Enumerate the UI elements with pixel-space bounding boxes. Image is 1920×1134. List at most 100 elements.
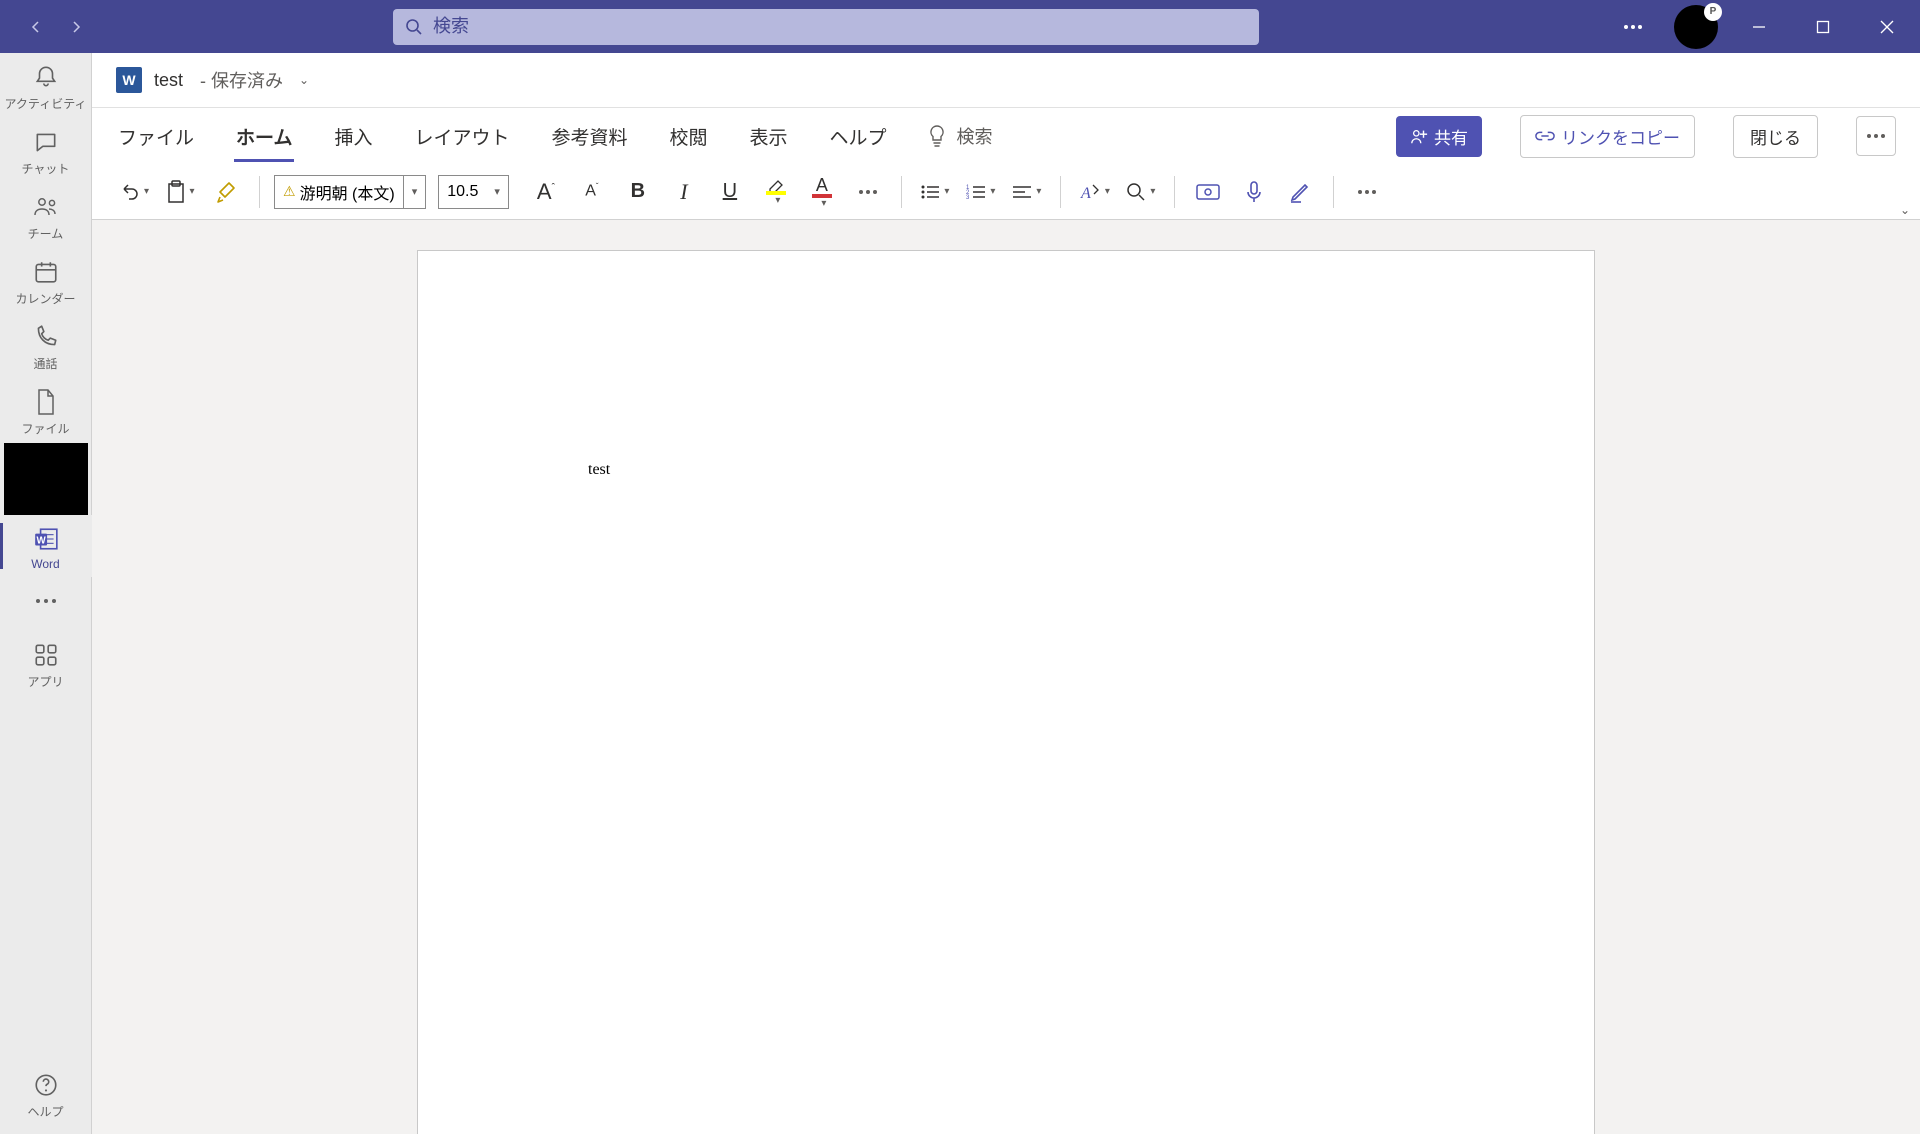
rail-app-tile[interactable]: [4, 443, 88, 515]
font-name-value: 游明朝 (本文): [300, 180, 395, 204]
chevron-down-icon[interactable]: ⌄: [299, 73, 309, 87]
doc-title[interactable]: test: [154, 70, 183, 91]
ellipsis-icon: [1867, 134, 1885, 138]
bell-icon: [33, 64, 59, 90]
rail-teams[interactable]: チーム: [0, 183, 92, 248]
document-body[interactable]: test: [588, 461, 1424, 479]
grow-font-button[interactable]: Aˆ: [527, 173, 565, 211]
rail-help[interactable]: ヘルプ: [0, 1061, 92, 1126]
ribbon-more-button[interactable]: [1856, 116, 1896, 156]
rail-label: アクティビティ: [5, 95, 87, 112]
copy-link-label: リンクをコピー: [1561, 124, 1680, 149]
bullets-button[interactable]: [916, 173, 954, 211]
chevron-down-icon[interactable]: ▾: [486, 185, 508, 198]
rail-label: アプリ: [27, 673, 63, 690]
back-button[interactable]: [20, 11, 52, 43]
bold-button[interactable]: B: [619, 173, 657, 211]
paintbrush-icon: [215, 180, 237, 204]
dictate-button[interactable]: [1235, 173, 1273, 211]
maximize-button[interactable]: [1800, 4, 1846, 50]
call-icon: [33, 324, 59, 350]
highlight-swatch: [766, 191, 786, 195]
calendar-icon: [33, 259, 59, 285]
tab-file[interactable]: ファイル: [116, 117, 196, 156]
share-button[interactable]: 共有: [1396, 116, 1482, 157]
font-color-swatch: [812, 194, 832, 198]
rail-calendar[interactable]: カレンダー: [0, 248, 92, 313]
close-doc-button[interactable]: 閉じる: [1733, 115, 1818, 158]
rail-more[interactable]: [0, 577, 92, 631]
lightbulb-icon: [927, 124, 947, 148]
font-color-button[interactable]: A: [803, 173, 841, 211]
titlebar-right: P: [1610, 4, 1910, 50]
file-icon: [34, 388, 58, 416]
font-size-selector[interactable]: 10.5 ▾: [438, 175, 509, 209]
undo-icon: [118, 181, 140, 203]
paste-button[interactable]: [161, 173, 199, 211]
app-rail: アクティビティ チャット チーム カレンダー 通話 ファイル W Word アプ…: [0, 53, 92, 1134]
align-icon: [1012, 184, 1032, 200]
global-search[interactable]: [393, 9, 1259, 45]
styles-button[interactable]: A: [1075, 173, 1114, 211]
chat-icon: [33, 129, 59, 155]
tab-insert[interactable]: 挿入: [332, 117, 374, 156]
toolbar-more-button[interactable]: [1348, 173, 1386, 211]
rail-chat[interactable]: チャット: [0, 118, 92, 183]
microphone-icon: [1245, 180, 1263, 204]
numbering-button[interactable]: 123: [962, 173, 1000, 211]
rail-label: チーム: [28, 225, 64, 242]
doc-status: - 保存済み: [195, 67, 283, 93]
underline-button[interactable]: U: [711, 173, 749, 211]
chevron-left-icon: [28, 19, 44, 35]
editor-button[interactable]: [1281, 173, 1319, 211]
font-more-button[interactable]: [849, 173, 887, 211]
help-icon: [33, 1072, 59, 1098]
rail-label: カレンダー: [15, 290, 75, 307]
rail-word[interactable]: W Word: [0, 515, 92, 577]
warning-icon: ⚠: [283, 183, 296, 200]
italic-button[interactable]: I: [665, 173, 703, 211]
tab-review[interactable]: 校閲: [668, 117, 710, 156]
presence-badge: P: [1704, 3, 1722, 21]
clipboard-icon: [166, 180, 186, 204]
doc-status-text: 保存済み: [211, 71, 283, 91]
shrink-font-button[interactable]: Aˇ: [573, 173, 611, 211]
format-painter-button[interactable]: [207, 173, 245, 211]
rail-calls[interactable]: 通話: [0, 313, 92, 378]
rail-apps[interactable]: アプリ: [0, 631, 92, 696]
pen-icon: [1289, 181, 1311, 203]
font-selector[interactable]: ⚠游明朝 (本文) ▾: [274, 175, 426, 209]
tab-layout[interactable]: レイアウト: [412, 117, 511, 156]
collapse-ribbon-button[interactable]: ⌄: [1900, 203, 1910, 217]
svg-text:A: A: [1080, 185, 1091, 202]
more-button[interactable]: [1610, 4, 1656, 50]
forward-button[interactable]: [60, 11, 92, 43]
minimize-button[interactable]: [1736, 4, 1782, 50]
font-size-value: 10.5: [439, 183, 486, 201]
avatar[interactable]: P: [1674, 5, 1718, 49]
tab-help[interactable]: ヘルプ: [828, 117, 889, 156]
apps-icon: [33, 642, 59, 668]
reader-icon: [1196, 182, 1220, 202]
separator: [1174, 176, 1175, 208]
tab-references[interactable]: 参考資料: [549, 117, 629, 156]
immersive-reader-button[interactable]: [1189, 173, 1227, 211]
highlight-button[interactable]: [757, 173, 795, 211]
undo-button[interactable]: [114, 173, 153, 211]
tell-me-search[interactable]: 検索: [927, 123, 993, 149]
ellipsis-icon: [1624, 25, 1642, 29]
copy-link-button[interactable]: リンクをコピー: [1520, 115, 1695, 158]
rail-files[interactable]: ファイル: [0, 378, 92, 443]
align-button[interactable]: [1008, 173, 1046, 211]
chevron-down-icon[interactable]: ▾: [404, 185, 426, 198]
rail-activity[interactable]: アクティビティ: [0, 53, 92, 118]
find-button[interactable]: [1122, 173, 1160, 211]
document-page[interactable]: test: [417, 250, 1595, 1134]
tab-view[interactable]: 表示: [748, 117, 790, 156]
search-input[interactable]: [433, 16, 1247, 37]
canvas[interactable]: test: [92, 220, 1920, 1134]
tab-home[interactable]: ホーム: [234, 117, 294, 156]
ellipsis-icon: [859, 190, 877, 194]
styles-icon: A: [1079, 182, 1101, 202]
close-button[interactable]: [1864, 4, 1910, 50]
